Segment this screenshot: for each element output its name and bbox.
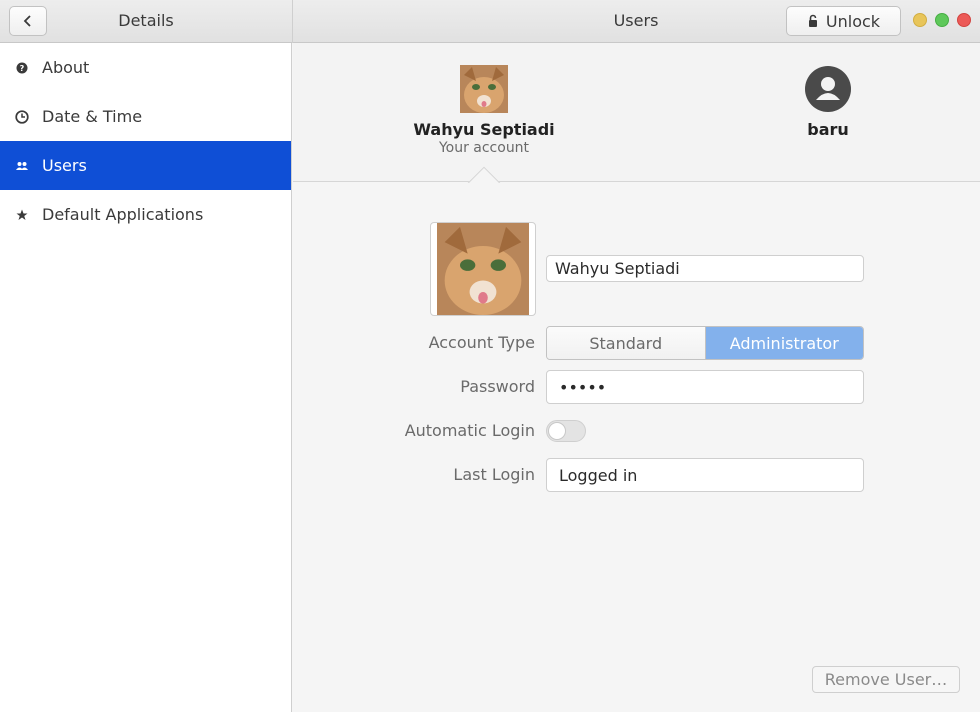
unlock-button[interactable]: Unlock bbox=[786, 6, 901, 36]
sidebar-item-label: Date & Time bbox=[42, 107, 143, 126]
sidebar-item-label: Users bbox=[42, 156, 87, 175]
clock-icon bbox=[14, 109, 30, 125]
maximize-button[interactable] bbox=[935, 13, 949, 27]
svg-text:?: ? bbox=[20, 64, 25, 73]
password-label: Password bbox=[460, 377, 535, 396]
automatic-login-toggle[interactable] bbox=[546, 420, 586, 442]
user-photo-button[interactable] bbox=[430, 222, 536, 316]
automatic-login-label: Automatic Login bbox=[404, 421, 535, 440]
people-icon bbox=[14, 158, 30, 174]
details-title: Details bbox=[118, 11, 174, 30]
main-panel: Wahyu Septiadi Your account baru Wahyu S… bbox=[293, 43, 980, 712]
sidebar: ? About Date & Time Users Default Applic… bbox=[0, 43, 292, 712]
user-subtitle: Your account bbox=[438, 140, 530, 156]
close-button[interactable] bbox=[957, 13, 971, 27]
info-icon: ? bbox=[14, 60, 30, 76]
user-name: Wahyu Septiadi bbox=[413, 120, 555, 139]
cat-avatar-icon bbox=[460, 65, 508, 113]
user-card-wahyu[interactable] bbox=[460, 65, 508, 113]
sidebar-item-label: Default Applications bbox=[42, 205, 204, 224]
full-name-field[interactable]: Wahyu Septiadi bbox=[546, 255, 864, 282]
selection-pointer bbox=[466, 164, 502, 183]
account-type-switch: Standard Administrator bbox=[546, 326, 864, 360]
sidebar-item-about[interactable]: ? About bbox=[0, 43, 291, 92]
sidebar-item-label: About bbox=[42, 58, 90, 77]
star-icon bbox=[14, 207, 30, 223]
toggle-knob bbox=[548, 422, 566, 440]
sidebar-item-default-applications[interactable]: Default Applications bbox=[0, 190, 291, 239]
last-login-label: Last Login bbox=[453, 465, 535, 484]
standard-option[interactable]: Standard bbox=[547, 327, 706, 359]
administrator-option[interactable]: Administrator bbox=[705, 327, 863, 359]
sidebar-item-date-time[interactable]: Date & Time bbox=[0, 92, 291, 141]
lock-icon bbox=[808, 14, 817, 27]
last-login-button[interactable]: Logged in bbox=[546, 458, 864, 492]
header-bar: Details Users Unlock bbox=[0, 0, 980, 43]
unlock-label: Unlock bbox=[825, 11, 881, 31]
sidebar-item-users[interactable]: Users bbox=[0, 141, 291, 190]
generic-user-icon bbox=[816, 77, 840, 100]
password-field[interactable]: ••••• bbox=[546, 370, 864, 404]
user-list: Wahyu Septiadi Your account baru bbox=[293, 43, 980, 182]
minimize-button[interactable] bbox=[913, 13, 927, 27]
user-name: baru bbox=[807, 120, 849, 139]
account-type-label: Account Type bbox=[428, 333, 535, 352]
remove-user-button[interactable]: Remove User… bbox=[812, 666, 960, 693]
cat-avatar-icon bbox=[437, 223, 529, 315]
user-card-baru[interactable] bbox=[805, 66, 851, 112]
